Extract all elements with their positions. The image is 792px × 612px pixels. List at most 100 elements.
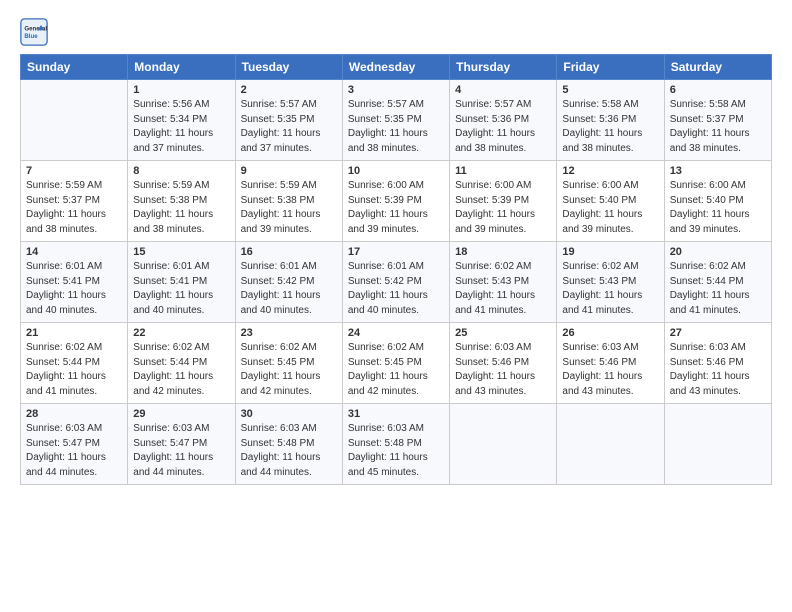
- day-number: 21: [26, 327, 122, 339]
- cell-content: Sunrise: 5:57 AM Sunset: 5:36 PM Dayligh…: [455, 98, 551, 156]
- day-number: 5: [562, 84, 658, 96]
- cell-content: Sunrise: 6:02 AM Sunset: 5:45 PM Dayligh…: [241, 341, 337, 399]
- cell-content: Sunrise: 5:59 AM Sunset: 5:38 PM Dayligh…: [133, 179, 229, 237]
- cell-content: Sunrise: 5:59 AM Sunset: 5:38 PM Dayligh…: [241, 179, 337, 237]
- calendar-cell: 5 Sunrise: 5:58 AM Sunset: 5:36 PM Daylig…: [557, 80, 664, 161]
- calendar-cell: 11 Sunrise: 6:00 AM Sunset: 5:39 PM Dayli…: [450, 161, 557, 242]
- calendar-cell: 9 Sunrise: 5:59 AM Sunset: 5:38 PM Daylig…: [235, 161, 342, 242]
- calendar-cell: 15 Sunrise: 6:01 AM Sunset: 5:41 PM Dayli…: [128, 242, 235, 323]
- cell-content: Sunrise: 6:02 AM Sunset: 5:44 PM Dayligh…: [133, 341, 229, 399]
- page-container: General Blue SundayMondayTuesdayWednesda…: [0, 0, 792, 495]
- cell-content: Sunrise: 6:01 AM Sunset: 5:42 PM Dayligh…: [348, 260, 444, 318]
- day-number: 15: [133, 246, 229, 258]
- calendar-cell: 18 Sunrise: 6:02 AM Sunset: 5:43 PM Dayli…: [450, 242, 557, 323]
- calendar-cell: 19 Sunrise: 6:02 AM Sunset: 5:43 PM Dayli…: [557, 242, 664, 323]
- cell-content: Sunrise: 6:02 AM Sunset: 5:44 PM Dayligh…: [670, 260, 766, 318]
- day-number: 11: [455, 165, 551, 177]
- day-number: 10: [348, 165, 444, 177]
- cell-content: Sunrise: 6:00 AM Sunset: 5:39 PM Dayligh…: [348, 179, 444, 237]
- calendar-cell: 3 Sunrise: 5:57 AM Sunset: 5:35 PM Daylig…: [342, 80, 449, 161]
- svg-text:Blue: Blue: [24, 33, 38, 40]
- header: General Blue: [20, 18, 772, 46]
- cell-content: Sunrise: 5:57 AM Sunset: 5:35 PM Dayligh…: [241, 98, 337, 156]
- cell-content: Sunrise: 6:02 AM Sunset: 5:43 PM Dayligh…: [455, 260, 551, 318]
- day-number: 28: [26, 408, 122, 420]
- calendar-cell: 21 Sunrise: 6:02 AM Sunset: 5:44 PM Dayli…: [21, 323, 128, 404]
- calendar-cell: 17 Sunrise: 6:01 AM Sunset: 5:42 PM Dayli…: [342, 242, 449, 323]
- calendar-cell: 26 Sunrise: 6:03 AM Sunset: 5:46 PM Dayli…: [557, 323, 664, 404]
- day-number: 3: [348, 84, 444, 96]
- cell-content: Sunrise: 6:03 AM Sunset: 5:48 PM Dayligh…: [241, 422, 337, 480]
- day-number: 24: [348, 327, 444, 339]
- day-number: 27: [670, 327, 766, 339]
- day-number: 18: [455, 246, 551, 258]
- cell-content: Sunrise: 6:01 AM Sunset: 5:42 PM Dayligh…: [241, 260, 337, 318]
- cell-content: Sunrise: 6:03 AM Sunset: 5:47 PM Dayligh…: [26, 422, 122, 480]
- cell-content: Sunrise: 6:03 AM Sunset: 5:46 PM Dayligh…: [562, 341, 658, 399]
- day-number: 2: [241, 84, 337, 96]
- calendar-week-row: 28 Sunrise: 6:03 AM Sunset: 5:47 PM Dayli…: [21, 404, 772, 485]
- cell-content: Sunrise: 6:01 AM Sunset: 5:41 PM Dayligh…: [26, 260, 122, 318]
- calendar-cell: 10 Sunrise: 6:00 AM Sunset: 5:39 PM Dayli…: [342, 161, 449, 242]
- col-header-wednesday: Wednesday: [342, 55, 449, 80]
- col-header-monday: Monday: [128, 55, 235, 80]
- cell-content: Sunrise: 6:03 AM Sunset: 5:46 PM Dayligh…: [670, 341, 766, 399]
- cell-content: Sunrise: 6:00 AM Sunset: 5:40 PM Dayligh…: [562, 179, 658, 237]
- calendar-cell: 20 Sunrise: 6:02 AM Sunset: 5:44 PM Dayli…: [664, 242, 771, 323]
- day-number: 1: [133, 84, 229, 96]
- day-number: 12: [562, 165, 658, 177]
- calendar-cell: [21, 80, 128, 161]
- day-number: 8: [133, 165, 229, 177]
- day-number: 7: [26, 165, 122, 177]
- calendar-cell: 30Sunrise: 6:03 AM Sunset: 5:48 PM Dayli…: [235, 404, 342, 485]
- day-number: 9: [241, 165, 337, 177]
- col-header-thursday: Thursday: [450, 55, 557, 80]
- cell-content: Sunrise: 6:02 AM Sunset: 5:43 PM Dayligh…: [562, 260, 658, 318]
- logo: General Blue: [20, 18, 52, 46]
- day-number: 14: [26, 246, 122, 258]
- col-header-sunday: Sunday: [21, 55, 128, 80]
- col-header-saturday: Saturday: [664, 55, 771, 80]
- day-number: 17: [348, 246, 444, 258]
- cell-content: Sunrise: 6:00 AM Sunset: 5:39 PM Dayligh…: [455, 179, 551, 237]
- calendar-cell: 2 Sunrise: 5:57 AM Sunset: 5:35 PM Daylig…: [235, 80, 342, 161]
- calendar-cell: [450, 404, 557, 485]
- calendar-cell: 24Sunrise: 6:02 AM Sunset: 5:45 PM Dayli…: [342, 323, 449, 404]
- calendar-cell: 8 Sunrise: 5:59 AM Sunset: 5:38 PM Daylig…: [128, 161, 235, 242]
- calendar-cell: 27 Sunrise: 6:03 AM Sunset: 5:46 PM Dayli…: [664, 323, 771, 404]
- day-number: 31: [348, 408, 444, 420]
- calendar-cell: 25Sunrise: 6:03 AM Sunset: 5:46 PM Dayli…: [450, 323, 557, 404]
- day-number: 26: [562, 327, 658, 339]
- day-number: 23: [241, 327, 337, 339]
- calendar-cell: 6Sunrise: 5:58 AM Sunset: 5:37 PM Daylig…: [664, 80, 771, 161]
- cell-content: Sunrise: 5:58 AM Sunset: 5:36 PM Dayligh…: [562, 98, 658, 156]
- cell-content: Sunrise: 6:02 AM Sunset: 5:44 PM Dayligh…: [26, 341, 122, 399]
- calendar-cell: 14 Sunrise: 6:01 AM Sunset: 5:41 PM Dayli…: [21, 242, 128, 323]
- day-number: 16: [241, 246, 337, 258]
- cell-content: Sunrise: 5:58 AM Sunset: 5:37 PM Dayligh…: [670, 98, 766, 156]
- cell-content: Sunrise: 5:57 AM Sunset: 5:35 PM Dayligh…: [348, 98, 444, 156]
- cell-content: Sunrise: 6:03 AM Sunset: 5:46 PM Dayligh…: [455, 341, 551, 399]
- day-number: 20: [670, 246, 766, 258]
- col-header-friday: Friday: [557, 55, 664, 80]
- calendar-week-row: 14 Sunrise: 6:01 AM Sunset: 5:41 PM Dayli…: [21, 242, 772, 323]
- calendar-cell: 22 Sunrise: 6:02 AM Sunset: 5:44 PM Dayli…: [128, 323, 235, 404]
- calendar-week-row: 21 Sunrise: 6:02 AM Sunset: 5:44 PM Dayli…: [21, 323, 772, 404]
- day-number: 29: [133, 408, 229, 420]
- calendar-cell: 12 Sunrise: 6:00 AM Sunset: 5:40 PM Dayli…: [557, 161, 664, 242]
- calendar-header-row: SundayMondayTuesdayWednesdayThursdayFrid…: [21, 55, 772, 80]
- cell-content: Sunrise: 6:00 AM Sunset: 5:40 PM Dayligh…: [670, 179, 766, 237]
- calendar-week-row: 7Sunrise: 5:59 AM Sunset: 5:37 PM Daylig…: [21, 161, 772, 242]
- calendar-cell: 1Sunrise: 5:56 AM Sunset: 5:34 PM Daylig…: [128, 80, 235, 161]
- day-number: 22: [133, 327, 229, 339]
- col-header-tuesday: Tuesday: [235, 55, 342, 80]
- calendar-cell: [557, 404, 664, 485]
- calendar-week-row: 1Sunrise: 5:56 AM Sunset: 5:34 PM Daylig…: [21, 80, 772, 161]
- day-number: 4: [455, 84, 551, 96]
- calendar-cell: 31Sunrise: 6:03 AM Sunset: 5:48 PM Dayli…: [342, 404, 449, 485]
- day-number: 19: [562, 246, 658, 258]
- calendar-cell: 28 Sunrise: 6:03 AM Sunset: 5:47 PM Dayli…: [21, 404, 128, 485]
- cell-content: Sunrise: 6:01 AM Sunset: 5:41 PM Dayligh…: [133, 260, 229, 318]
- cell-content: Sunrise: 6:03 AM Sunset: 5:47 PM Dayligh…: [133, 422, 229, 480]
- calendar-cell: [664, 404, 771, 485]
